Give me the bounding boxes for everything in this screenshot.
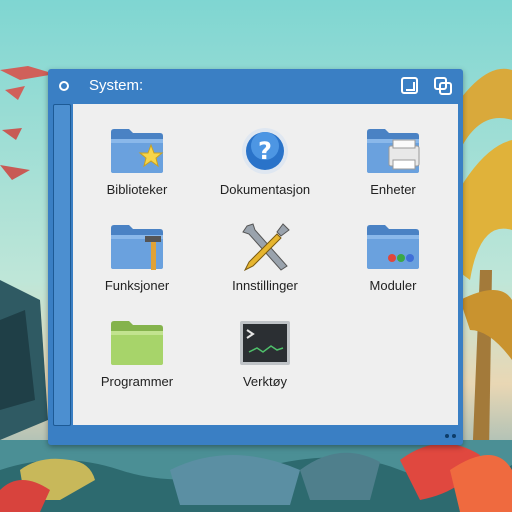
- item-innstillinger[interactable]: Innstillinger: [201, 222, 329, 318]
- item-biblioteker[interactable]: Biblioteker: [73, 126, 201, 222]
- restore-button[interactable]: [432, 75, 454, 97]
- item-label: Enheter: [370, 182, 416, 197]
- item-enheter[interactable]: Enheter: [329, 126, 457, 222]
- item-funksjoner[interactable]: Funksjoner: [73, 222, 201, 318]
- side-panel[interactable]: [53, 104, 71, 426]
- window-menu-icon[interactable]: [56, 78, 72, 94]
- system-window: System: Biblioteker ? Dokumentasjon Enhe…: [48, 69, 463, 445]
- folder-functions-icon: [111, 225, 163, 270]
- resize-grip[interactable]: [445, 432, 459, 440]
- terminal-icon: [240, 321, 290, 365]
- help-icon: ?: [242, 128, 288, 174]
- folder-devices-icon: [367, 129, 420, 173]
- item-verktoy[interactable]: Verktøy: [201, 318, 329, 414]
- icon-view: Biblioteker ? Dokumentasjon Enheter Funk…: [73, 104, 458, 425]
- item-label: Dokumentasjon: [219, 182, 311, 197]
- settings-tools-icon: [242, 223, 290, 272]
- folder-favorites-icon: [111, 129, 164, 173]
- item-dokumentasjon[interactable]: ? Dokumentasjon: [201, 126, 329, 222]
- item-label: Innstillinger: [232, 278, 298, 293]
- title-bar[interactable]: System:: [48, 69, 463, 103]
- item-label: Funksjoner: [104, 278, 170, 293]
- window-title: System:: [89, 77, 144, 94]
- item-moduler[interactable]: Moduler: [329, 222, 457, 318]
- restore-icon: [434, 77, 452, 95]
- item-label: Biblioteker: [106, 182, 168, 197]
- maximize-button[interactable]: [399, 75, 421, 97]
- svg-text:?: ?: [258, 137, 272, 165]
- maximize-icon: [401, 77, 418, 94]
- item-programmer[interactable]: Programmer: [73, 318, 201, 414]
- item-label: Moduler: [369, 278, 417, 293]
- item-label: Programmer: [100, 374, 174, 389]
- folder-modules-icon: [367, 225, 419, 269]
- folder-programs-icon: [111, 321, 163, 365]
- item-label: Verktøy: [242, 374, 288, 389]
